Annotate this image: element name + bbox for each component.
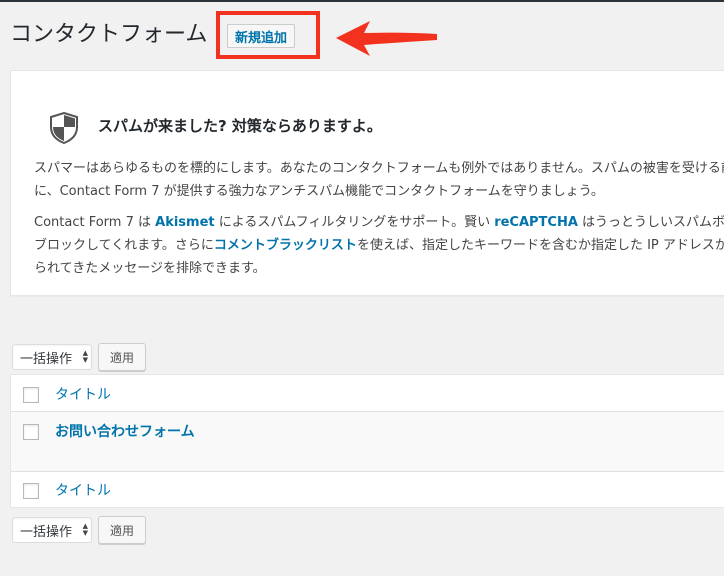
bulk-select-label: 一括操作: [20, 351, 73, 367]
apply-button[interactable]: 適用: [98, 343, 146, 371]
notice-paragraph-2: Contact Form 7 は Akismet によるスパムフィルタリングをサ…: [34, 211, 724, 280]
table-row: お問い合わせフォーム: [11, 412, 724, 472]
notice-p2-text: はうっとうしいスパムボッ: [577, 215, 724, 230]
select-all-checkbox-footer[interactable]: [23, 483, 39, 499]
akismet-link[interactable]: Akismet: [155, 215, 214, 230]
apply-button[interactable]: 適用: [98, 516, 146, 544]
row-checkbox[interactable]: [23, 424, 39, 440]
notice-p2-line1: Contact Form 7 は Akismet によるスパムフィルタリングをサ…: [34, 211, 724, 234]
notice-p2-text: Contact Form 7 は: [34, 215, 156, 230]
notice-paragraph-1: スパマーはあらゆるものを標的にします。あなたのコンタクトフォームも例外ではありま…: [34, 157, 724, 203]
shield-icon: [50, 112, 78, 144]
table-footer-row: タイトル: [11, 472, 724, 508]
select-caret-icon: ▲ ▼: [82, 349, 88, 364]
notice-heading: スパムが来ました? 対策ならありますよ。: [98, 117, 382, 135]
notice-p1-line2: に、Contact Form 7 が提供する強力なアンチスパム機能でコンタクトフ…: [34, 184, 604, 199]
notice-p2-line2: ブロックしてくれます。さらにコメントブラックリストを使えば、指定したキーワードを…: [34, 234, 724, 257]
notice-p2-text: によるスパムフィルタリングをサポート。賢い: [214, 215, 495, 230]
page-title: コンタクトフォーム: [10, 22, 208, 47]
notice-p1-line1: スパマーはあらゆるものを標的にします。あなたのコンタクトフォームも例外ではありま…: [34, 161, 724, 176]
title-column-footer[interactable]: タイトル: [55, 480, 111, 500]
select-caret-icon: ▲ ▼: [82, 522, 88, 537]
bulk-action-select[interactable]: 一括操作 ▲ ▼: [12, 517, 92, 543]
comment-blacklist-link[interactable]: コメントブラックリスト: [214, 238, 357, 253]
form-title-link[interactable]: お問い合わせフォーム: [55, 421, 195, 441]
select-all-checkbox[interactable]: [23, 387, 39, 403]
bulk-select-label: 一括操作: [20, 524, 73, 540]
bulk-actions-top: 一括操作 ▲ ▼ 適用: [12, 343, 146, 371]
admin-top-border: [0, 0, 724, 2]
contact-forms-table: タイトル お問い合わせフォーム タイトル: [10, 374, 724, 508]
notice-p2-text: を使えば、指定したキーワードを含むか指定した IP アドレスか: [356, 238, 724, 253]
recaptcha-link[interactable]: reCAPTCHA: [494, 215, 578, 230]
notice-p2-line3: られてきたメッセージを排除できます。: [34, 261, 266, 276]
bulk-actions-bottom: 一括操作 ▲ ▼ 適用: [12, 516, 146, 544]
notice-p2-text: ブロックしてくれます。さらに: [34, 238, 214, 253]
arrow-icon: [336, 21, 437, 56]
add-new-button[interactable]: 新規追加: [227, 24, 295, 48]
title-column-header[interactable]: タイトル: [55, 384, 111, 404]
bulk-action-select[interactable]: 一括操作 ▲ ▼: [12, 344, 92, 370]
table-header-row: タイトル: [11, 375, 724, 412]
